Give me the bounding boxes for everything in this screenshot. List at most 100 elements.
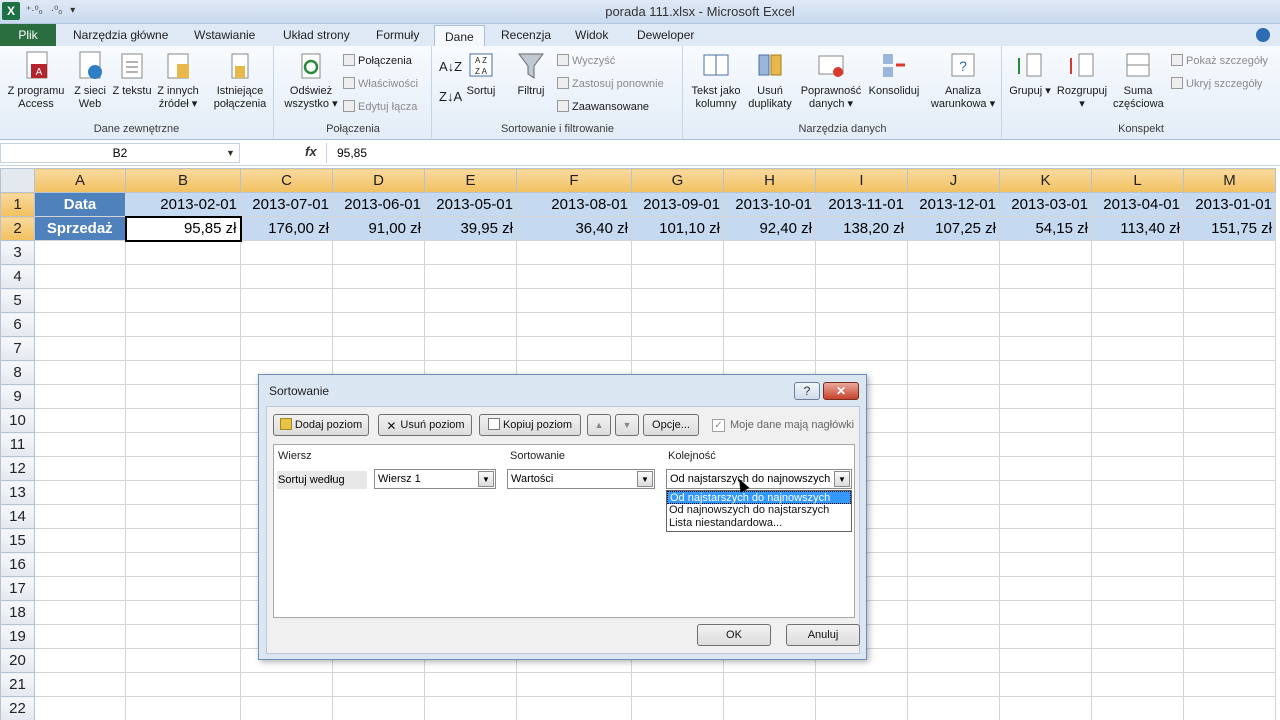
row-select[interactable]: Wiersz 1 ▼ [374, 469, 496, 489]
empty-cell[interactable] [999, 408, 1092, 433]
chevron-down-icon[interactable]: ▼ [834, 471, 850, 487]
edit-links-button[interactable]: Edytuj łącza [343, 100, 417, 114]
empty-cell[interactable] [332, 336, 425, 361]
name-box[interactable]: B2 [0, 143, 240, 163]
empty-cell[interactable] [34, 528, 126, 553]
row-header[interactable]: 10 [0, 408, 35, 433]
empty-cell[interactable] [1091, 384, 1184, 409]
from-text-button[interactable]: Z tekstu [112, 50, 152, 98]
tab-data[interactable]: Dane [434, 25, 485, 47]
empty-cell[interactable] [1183, 528, 1276, 553]
remove-duplicates-button[interactable]: Usuń duplikaty [746, 50, 794, 111]
empty-cell[interactable] [125, 624, 241, 649]
empty-cell[interactable] [125, 480, 241, 505]
row-header[interactable]: 2 [0, 216, 35, 241]
ok-button[interactable]: OK [697, 624, 771, 646]
empty-cell[interactable] [1183, 288, 1276, 313]
empty-cell[interactable] [907, 384, 1000, 409]
active-cell-b2[interactable]: 95,85 zł [124, 215, 242, 242]
empty-cell[interactable] [1183, 408, 1276, 433]
empty-cell[interactable] [516, 336, 632, 361]
sales-cell[interactable]: 54,15 zł [999, 216, 1092, 241]
row-header[interactable]: 21 [0, 672, 35, 697]
empty-cell[interactable] [516, 264, 632, 289]
sales-cell[interactable]: 107,25 zł [907, 216, 1000, 241]
empty-cell[interactable] [424, 288, 517, 313]
empty-cell[interactable] [999, 576, 1092, 601]
empty-cell[interactable] [125, 288, 241, 313]
order-option[interactable]: Od najnowszych do najstarszych [667, 504, 851, 517]
empty-cell[interactable] [240, 336, 333, 361]
delete-level-button[interactable]: ✕ Usuń poziom [378, 414, 472, 436]
cancel-button[interactable]: Anuluj [786, 624, 860, 646]
empty-cell[interactable] [999, 648, 1092, 673]
options-button[interactable]: Opcje... [643, 414, 699, 436]
sales-cell[interactable]: 92,40 zł [723, 216, 816, 241]
empty-cell[interactable] [424, 336, 517, 361]
empty-cell[interactable] [1183, 696, 1276, 720]
empty-cell[interactable] [907, 624, 1000, 649]
empty-cell[interactable] [1183, 648, 1276, 673]
sales-cell[interactable]: 36,40 zł [516, 216, 632, 241]
empty-cell[interactable] [1183, 456, 1276, 481]
sales-cell[interactable]: 151,75 zł [1183, 216, 1276, 241]
empty-cell[interactable] [723, 240, 816, 265]
empty-cell[interactable] [907, 288, 1000, 313]
column-header[interactable]: J [907, 168, 1000, 193]
move-up-button[interactable]: ▲ [587, 414, 611, 436]
empty-cell[interactable] [907, 432, 1000, 457]
row-header[interactable]: 7 [0, 336, 35, 361]
sales-cell[interactable]: 176,00 zł [240, 216, 333, 241]
empty-cell[interactable] [999, 696, 1092, 720]
empty-cell[interactable] [815, 336, 908, 361]
clear-filter-button[interactable]: Wyczyść [557, 54, 615, 68]
empty-cell[interactable] [815, 240, 908, 265]
empty-cell[interactable] [907, 408, 1000, 433]
column-header[interactable]: M [1183, 168, 1276, 193]
row-header[interactable]: 4 [0, 264, 35, 289]
data-validation-button[interactable]: Poprawność danych ▾ [796, 50, 866, 111]
empty-cell[interactable] [1091, 576, 1184, 601]
empty-cell[interactable] [125, 240, 241, 265]
tab-page-layout[interactable]: Układ strony [283, 24, 350, 46]
sales-cell[interactable]: 91,00 zł [332, 216, 425, 241]
empty-cell[interactable] [907, 336, 1000, 361]
empty-cell[interactable] [34, 456, 126, 481]
empty-cell[interactable] [34, 384, 126, 409]
empty-cell[interactable] [1183, 384, 1276, 409]
empty-cell[interactable] [125, 552, 241, 577]
empty-cell[interactable] [240, 672, 333, 697]
add-level-button[interactable]: Dodaj poziom [273, 414, 369, 436]
empty-cell[interactable] [125, 528, 241, 553]
subtotal-button[interactable]: Suma częściowa [1113, 50, 1164, 111]
empty-cell[interactable] [723, 336, 816, 361]
date-cell[interactable]: 2013-01-01 [1183, 192, 1276, 217]
empty-cell[interactable] [999, 312, 1092, 337]
empty-cell[interactable] [631, 240, 724, 265]
from-other-sources-button[interactable]: Z innych źródeł ▾ [152, 50, 204, 111]
empty-cell[interactable] [240, 288, 333, 313]
empty-cell[interactable] [631, 264, 724, 289]
date-cell[interactable]: 2013-05-01 [424, 192, 517, 217]
empty-cell[interactable] [424, 240, 517, 265]
empty-cell[interactable] [240, 696, 333, 720]
empty-cell[interactable] [332, 312, 425, 337]
date-cell[interactable]: 2013-03-01 [999, 192, 1092, 217]
empty-cell[interactable] [1091, 696, 1184, 720]
empty-cell[interactable] [631, 672, 724, 697]
empty-cell[interactable] [34, 264, 126, 289]
row-header[interactable]: 12 [0, 456, 35, 481]
empty-cell[interactable] [125, 648, 241, 673]
reapply-button[interactable]: Zastosuj ponownie [557, 77, 664, 91]
advanced-filter-button[interactable]: Zaawansowane [557, 100, 649, 114]
headers-checkbox[interactable]: ✓ [712, 419, 725, 432]
group-button[interactable]: Grupuj ▾ [1007, 50, 1053, 98]
empty-cell[interactable] [1091, 600, 1184, 625]
sort-button[interactable]: A ZZ A Sortuj [463, 50, 499, 98]
empty-cell[interactable] [723, 672, 816, 697]
empty-cell[interactable] [424, 672, 517, 697]
empty-cell[interactable] [815, 288, 908, 313]
empty-cell[interactable] [1183, 312, 1276, 337]
empty-cell[interactable] [907, 504, 1000, 529]
filter-button[interactable]: Filtruj [511, 50, 551, 98]
